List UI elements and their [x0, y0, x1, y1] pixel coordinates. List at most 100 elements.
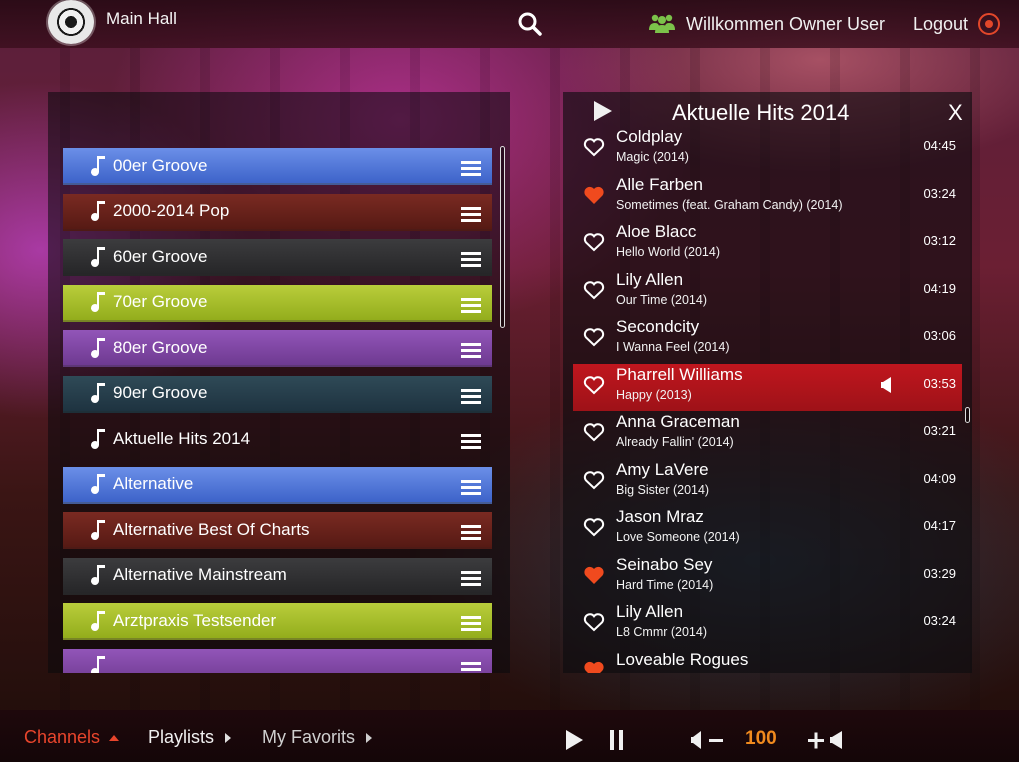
music-note-icon [91, 656, 105, 673]
track-row[interactable]: Amy LaVere Big Sister (2014) 04:09 [573, 459, 962, 507]
channel-item[interactable]: 90er Groove [63, 375, 492, 413]
channel-label: Alternative [113, 474, 194, 493]
pause-icon[interactable] [608, 729, 626, 751]
chevron-right-icon [225, 732, 232, 743]
track-title: I Wanna Feel (2014) [616, 340, 730, 354]
channel-item[interactable]: 80er Groove [63, 330, 492, 367]
track-artist: Loveable Rogues [616, 649, 749, 669]
hamburger-icon[interactable] [461, 615, 481, 631]
track-artist: Pharrell Williams [616, 364, 743, 384]
channel-label: 60er Groove [113, 246, 208, 266]
volume-down-icon[interactable] [689, 729, 727, 751]
channel-item[interactable]: 70er Groove [63, 284, 492, 322]
hamburger-icon[interactable] [461, 433, 481, 449]
heart-outline-icon[interactable] [583, 280, 605, 300]
hamburger-icon[interactable] [461, 251, 481, 267]
chevron-right-icon [366, 732, 373, 743]
channel-item[interactable]: Alternative Best Of Charts [63, 512, 492, 549]
channel-item[interactable]: 2000-2014 Pop [63, 193, 492, 231]
track-title: Magic (2014) [616, 150, 689, 164]
logout-link[interactable]: Logout [913, 14, 968, 35]
channel-label: 2000-2014 Pop [113, 201, 230, 220]
welcome-text: Willkommen Owner User [686, 14, 886, 34]
channel-item[interactable] [63, 648, 492, 674]
channel-item[interactable]: Alternative Mainstream [63, 557, 492, 595]
track-row-playing[interactable]: Pharrell Williams Happy (2013) 03:53 [573, 363, 962, 411]
hamburger-icon[interactable] [461, 388, 481, 404]
play-icon[interactable] [564, 729, 584, 751]
power-icon[interactable] [978, 13, 1000, 35]
heart-outline-icon[interactable] [583, 375, 605, 395]
hamburger-icon[interactable] [461, 206, 481, 222]
track-row[interactable]: Aloe Blacc Hello World (2014) 03:12 [573, 221, 962, 269]
track-row[interactable]: Alle Farben Sometimes (feat. Graham Candy… [573, 174, 962, 222]
track-title: Already Fallin' (2014) [616, 435, 734, 449]
track-row[interactable]: Lily Allen Our Time (2014) 04:19 [573, 269, 962, 317]
track-duration: 03:29 [923, 565, 956, 581]
track-row[interactable]: Lily Allen L8 Cmmr (2014) 03:24 [573, 601, 962, 649]
play-icon[interactable] [593, 100, 613, 122]
channel-item[interactable]: 60er Groove [63, 239, 492, 276]
channel-item[interactable]: 00er Groove [63, 148, 492, 185]
heart-outline-icon[interactable] [583, 232, 605, 252]
channel-panel: 00er Groove 2000-2014 Pop 60er Groove 70er … [48, 92, 510, 673]
channel-label: Alternative Best Of Charts [113, 519, 310, 539]
track-title: Love Someone (2014) [616, 530, 740, 544]
users-icon [649, 14, 675, 33]
track-duration: 03:06 [923, 328, 956, 343]
channel-label: 80er Groove [113, 337, 208, 357]
track-artist: Alle Farben [616, 174, 703, 194]
track-duration: 04:19 [923, 280, 956, 296]
channel-label: 00er Groove [113, 155, 208, 175]
hamburger-icon[interactable] [461, 297, 481, 313]
channel-label: Aktuelle Hits 2014 [113, 428, 251, 448]
channel-scrollbar[interactable] [500, 146, 505, 328]
nav-channels[interactable]: Channels [24, 727, 120, 748]
playlist-panel: Aktuelle Hits 2014 X Coldplay Magic (2014… [563, 92, 972, 673]
volume-up-icon[interactable] [806, 729, 846, 751]
search-icon[interactable] [517, 11, 543, 37]
track-row[interactable]: Seinabo Sey Hard Time (2014) 03:29 [573, 554, 962, 602]
track-row[interactable]: Jason Mraz Love Someone (2014) 04:17 [573, 506, 962, 554]
track-title: L8 Cmmr (2014) [616, 625, 707, 639]
track-row[interactable]: Secondcity I Wanna Feel (2014) 03:06 [573, 316, 962, 364]
heart-outline-icon[interactable] [583, 137, 605, 157]
track-list: Coldplay Magic (2014) 04:45 Alle Farben Some… [573, 126, 962, 673]
track-artist: Jason Mraz [616, 507, 704, 526]
track-duration: 03:21 [923, 423, 956, 438]
channel-item[interactable]: Aktuelle Hits 2014 [63, 421, 492, 458]
heart-outline-icon[interactable] [583, 517, 605, 537]
track-row[interactable]: Coldplay Magic (2014) 04:45 [573, 126, 962, 174]
hamburger-icon[interactable] [461, 479, 481, 495]
hamburger-icon[interactable] [461, 570, 481, 586]
hamburger-icon[interactable] [461, 160, 481, 176]
track-artist: Lily Allen [616, 269, 684, 289]
heart-filled-icon[interactable] [583, 565, 605, 585]
channel-label: 90er Groove [113, 383, 208, 402]
track-artist: Seinabo Sey [616, 554, 713, 574]
music-logo [48, 0, 94, 44]
nav-favorites-label: My Favorits [262, 727, 356, 747]
nav-favorites[interactable]: My Favorits [262, 727, 375, 748]
track-row[interactable]: Loveable Rogues [573, 649, 962, 674]
track-row[interactable]: Anna Graceman Already Fallin' (2014) 03:21 [573, 411, 962, 459]
hamburger-icon[interactable] [461, 524, 481, 540]
nav-channels-label: Channels [24, 727, 101, 747]
channel-item[interactable]: Alternative [63, 466, 492, 504]
speaker-icon [881, 376, 891, 393]
channel-item[interactable]: Arztpraxis Testsender [63, 603, 492, 640]
heart-outline-icon[interactable] [583, 470, 605, 490]
heart-filled-icon[interactable] [583, 660, 605, 674]
heart-outline-icon[interactable] [583, 612, 605, 632]
nav-playlists[interactable]: Playlists [148, 727, 234, 748]
track-artist: Aloe Blacc [616, 222, 697, 241]
close-button[interactable]: X [948, 100, 963, 126]
hamburger-icon[interactable] [461, 342, 481, 358]
hamburger-icon[interactable] [461, 661, 481, 674]
heart-outline-icon[interactable] [583, 327, 605, 347]
heart-outline-icon[interactable] [583, 422, 605, 442]
playlist-scrollbar[interactable] [965, 407, 970, 423]
channel-list: 00er Groove 2000-2014 Pop 60er Groove 70er … [63, 148, 492, 673]
heart-filled-icon[interactable] [583, 185, 605, 205]
channel-label: Alternative Mainstream [113, 565, 287, 584]
